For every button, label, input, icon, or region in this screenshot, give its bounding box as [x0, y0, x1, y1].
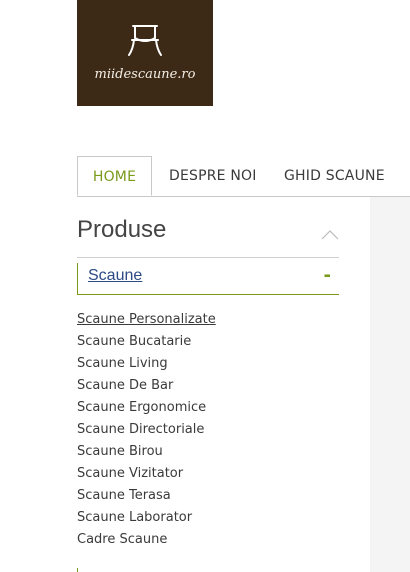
chair-icon — [128, 25, 162, 56]
list-item[interactable]: Scaune Terasa — [77, 485, 216, 507]
cut-off-edge — [77, 568, 78, 572]
site-logo[interactable]: miidescaune.ro — [77, 0, 213, 106]
list-item[interactable]: Scaune Vizitator — [77, 463, 216, 485]
tab-home[interactable]: HOME — [77, 156, 152, 196]
list-item[interactable]: Scaune Ergonomice — [77, 397, 216, 419]
list-item[interactable]: Scaune Living — [77, 353, 216, 375]
category-list: Scaune Personalizate Scaune Bucatarie Sc… — [77, 309, 216, 551]
category-header-scaune[interactable]: Scaune - — [77, 263, 339, 295]
category-link-scaune[interactable]: Scaune — [88, 267, 142, 285]
list-item[interactable]: Scaune Directoriale — [77, 419, 216, 441]
logo-text: miidescaune.ro — [94, 67, 196, 82]
tab-despre-noi[interactable]: DESPRE NOI — [169, 156, 257, 196]
list-item[interactable]: Scaune Personalizate — [77, 309, 216, 331]
list-item[interactable]: Cadre Scaune — [77, 529, 216, 551]
list-item[interactable]: Scaune Birou — [77, 441, 216, 463]
collapse-toggle-icon[interactable]: - — [324, 265, 331, 286]
chevron-up-icon[interactable] — [321, 230, 339, 240]
list-item[interactable]: Scaune Laborator — [77, 507, 216, 529]
divider — [77, 257, 339, 258]
tab-ghid-scaune[interactable]: GHID SCAUNE — [284, 156, 385, 196]
list-item[interactable]: Scaune Bucatarie — [77, 331, 216, 353]
list-item[interactable]: Scaune De Bar — [77, 375, 216, 397]
content-panel — [370, 197, 410, 572]
sidebar-title: Produse — [77, 216, 167, 243]
main-nav: HOME DESPRE NOI GHID SCAUNE — [77, 156, 410, 197]
